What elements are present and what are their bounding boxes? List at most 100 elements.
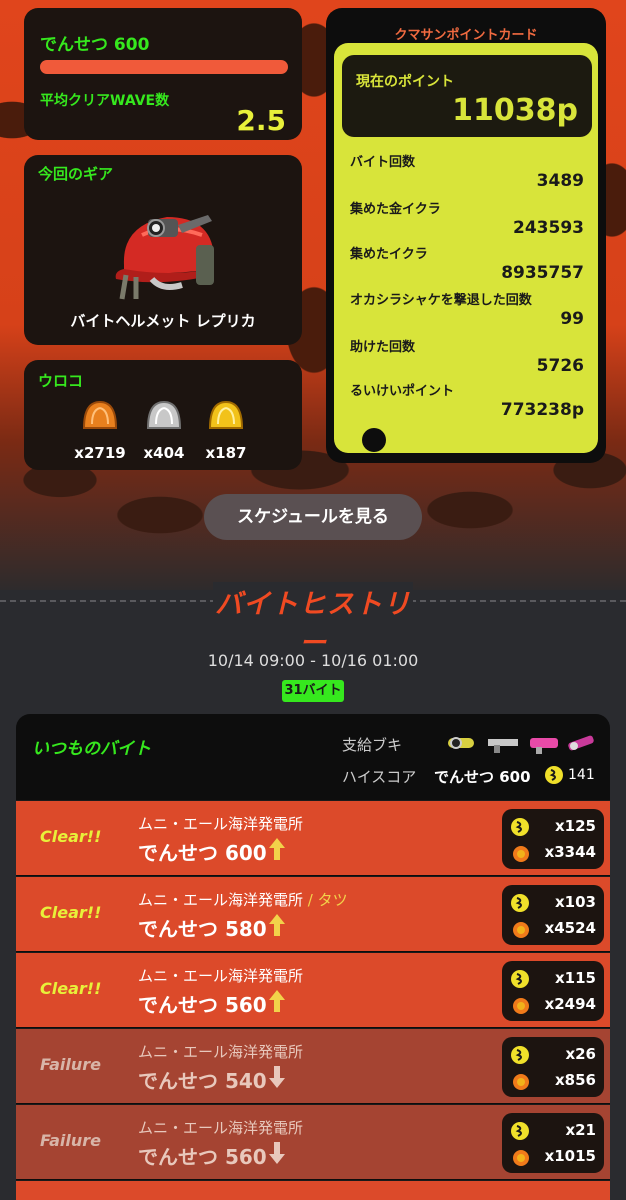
- scales-title: ウロコ: [38, 372, 84, 390]
- card-row-label: オカシラシャケを撃退した回数: [350, 293, 532, 308]
- grade-down-icon: [269, 1142, 285, 1164]
- power-egg-icon: [513, 1150, 529, 1166]
- job-row[interactable]: [16, 1180, 610, 1200]
- job-stage: ムニ・エール海洋発電所: [138, 1119, 304, 1137]
- job-stats: x103 x4524: [502, 885, 604, 945]
- power-egg-icon: [513, 998, 529, 1014]
- card-row-value: 243593: [513, 218, 584, 238]
- job-row[interactable]: Clear!! ムニ・エール海洋発電所 でんせつ 600 x125 x3344: [16, 800, 610, 875]
- card-row-label: 集めたイクラ: [350, 247, 428, 262]
- view-schedule-button[interactable]: スケジュールを見る: [204, 494, 422, 540]
- splatling-icon: [448, 737, 474, 749]
- scale-count: x187: [205, 444, 247, 462]
- job-stage: ムニ・エール海洋発電所: [138, 1043, 304, 1061]
- golden-egg-icon: [511, 970, 529, 988]
- job-stage: ムニ・エール海洋発電所 / タツ: [138, 891, 348, 909]
- hiscore-label: ハイスコア: [342, 768, 417, 786]
- card-row: 集めたイクラ 8935757: [342, 243, 592, 289]
- history-period: 10/14 09:00 - 10/16 01:00: [207, 651, 419, 670]
- grade-up-icon: [269, 990, 285, 1012]
- weapons-label: 支給ブキ: [342, 736, 403, 754]
- job-grade: でんせつ 540: [138, 1069, 267, 1093]
- job-stats: x125 x3344: [502, 809, 604, 869]
- golden-egg-count: x125: [555, 817, 596, 835]
- bronze-scale-icon: [82, 400, 118, 429]
- point-card-title: クマサンポイントカード: [394, 28, 538, 43]
- scale-bronze: x2719: [70, 398, 130, 462]
- scale-count: x2719: [74, 444, 126, 462]
- history-card: いつものバイト 支給ブキ ハイスコア でんせつ 600 141 Clear!! …: [16, 714, 610, 1200]
- current-points-label: 現在のポイント: [356, 74, 454, 90]
- point-card: クマサンポイントカード 現在のポイント 11038p バイト回数 3489 集め…: [326, 8, 606, 463]
- history-group-header[interactable]: いつものバイト 支給ブキ ハイスコア でんせつ 600 141: [16, 714, 610, 800]
- card-row: 助けた回数 5726: [342, 336, 592, 382]
- golden-egg-count: x26: [565, 1045, 596, 1063]
- job-grade: でんせつ 600: [138, 841, 267, 865]
- job-stats: x21 x1015: [502, 1113, 604, 1173]
- power-egg-count: x3344: [544, 843, 596, 861]
- power-egg-icon: [513, 846, 529, 862]
- golden-egg-icon: [511, 1122, 529, 1140]
- job-row[interactable]: Clear!! ムニ・エール海洋発電所 / タツ でんせつ 580 x103 x…: [16, 876, 610, 951]
- card-row: 集めた金イクラ 243593: [342, 198, 592, 244]
- hiscore-grade: でんせつ 600: [434, 768, 531, 786]
- job-count-badge: 31バイト: [282, 680, 344, 702]
- job-result: Clear!!: [40, 979, 102, 998]
- grade-up-icon: [269, 838, 285, 860]
- power-egg-count: x1015: [544, 1147, 596, 1165]
- golden-egg-count: x115: [555, 969, 596, 987]
- card-row: バイト回数 3489: [342, 151, 592, 197]
- job-row[interactable]: Failure ムニ・エール海洋発電所 でんせつ 560 x21 x1015: [16, 1104, 610, 1179]
- card-row-value: 3489: [536, 171, 584, 191]
- job-row[interactable]: Failure ムニ・エール海洋発電所 でんせつ 540 x26 x856: [16, 1028, 610, 1103]
- card-notch: [362, 428, 386, 452]
- current-points-box: 現在のポイント 11038p: [342, 55, 592, 137]
- card-row-value: 8935757: [501, 263, 584, 283]
- card-row: るいけいポイント 773238p: [342, 380, 592, 426]
- card-row-label: バイト回数: [350, 155, 416, 170]
- grade-up-icon: [269, 914, 285, 936]
- job-stage: ムニ・エール海洋発電所: [138, 967, 304, 985]
- power-egg-icon: [513, 1074, 529, 1090]
- point-card-body: 現在のポイント 11038p バイト回数 3489 集めた金イクラ 243593…: [334, 43, 598, 453]
- scale-gold: x187: [196, 398, 256, 462]
- grade-label: でんせつ 600: [40, 35, 150, 55]
- golden-egg-count: x21: [565, 1121, 596, 1139]
- power-egg-count: x4524: [544, 919, 596, 937]
- golden-egg-icon: [511, 894, 529, 912]
- scale-count: x404: [143, 444, 185, 462]
- brella-icon: [568, 735, 594, 751]
- current-points-value: 11038p: [452, 93, 578, 128]
- helmet-icon: [115, 215, 214, 300]
- golden-egg-icon: [545, 766, 563, 784]
- card-row-label: るいけいポイント: [350, 384, 455, 399]
- weapons-icons: [448, 735, 594, 754]
- card-row-value: 99: [560, 309, 584, 329]
- shooter-icon: [488, 739, 518, 753]
- job-grade: でんせつ 580: [138, 917, 267, 941]
- job-stage: ムニ・エール海洋発電所: [138, 815, 304, 833]
- job-row[interactable]: Clear!! ムニ・エール海洋発電所 でんせつ 560 x115 x2494: [16, 952, 610, 1027]
- wave-value: 2.5: [236, 104, 286, 137]
- gear-name: バイトヘルメット レプリカ: [70, 312, 256, 330]
- scale-silver: x404: [134, 398, 194, 462]
- gear-panel: 今回のギア バイトヘルメット レプリカ: [24, 155, 302, 345]
- job-result: Failure: [40, 1131, 101, 1150]
- silver-scale-icon: [146, 400, 182, 429]
- card-row-value: 5726: [536, 356, 584, 376]
- job-grade: でんせつ 560: [138, 1145, 267, 1169]
- blaster-icon: [530, 738, 558, 754]
- hiscore-eggs: 141: [568, 767, 595, 783]
- golden-egg-icon: [511, 818, 529, 836]
- card-row: オカシラシャケを撃退した回数 99: [342, 289, 592, 335]
- golden-egg-count: x103: [555, 893, 596, 911]
- grade-down-icon: [269, 1066, 285, 1088]
- power-egg-count: x856: [555, 1071, 596, 1089]
- grade-progress-bar: [40, 60, 288, 74]
- job-type-title: いつものバイト: [32, 739, 151, 759]
- job-result: Clear!!: [40, 827, 102, 846]
- job-result: Failure: [40, 1055, 101, 1074]
- grade-panel: でんせつ 600 平均クリアWAVE数 2.5: [24, 8, 302, 140]
- card-row-label: 集めた金イクラ: [350, 202, 441, 217]
- gear-title: 今回のギア: [38, 165, 114, 183]
